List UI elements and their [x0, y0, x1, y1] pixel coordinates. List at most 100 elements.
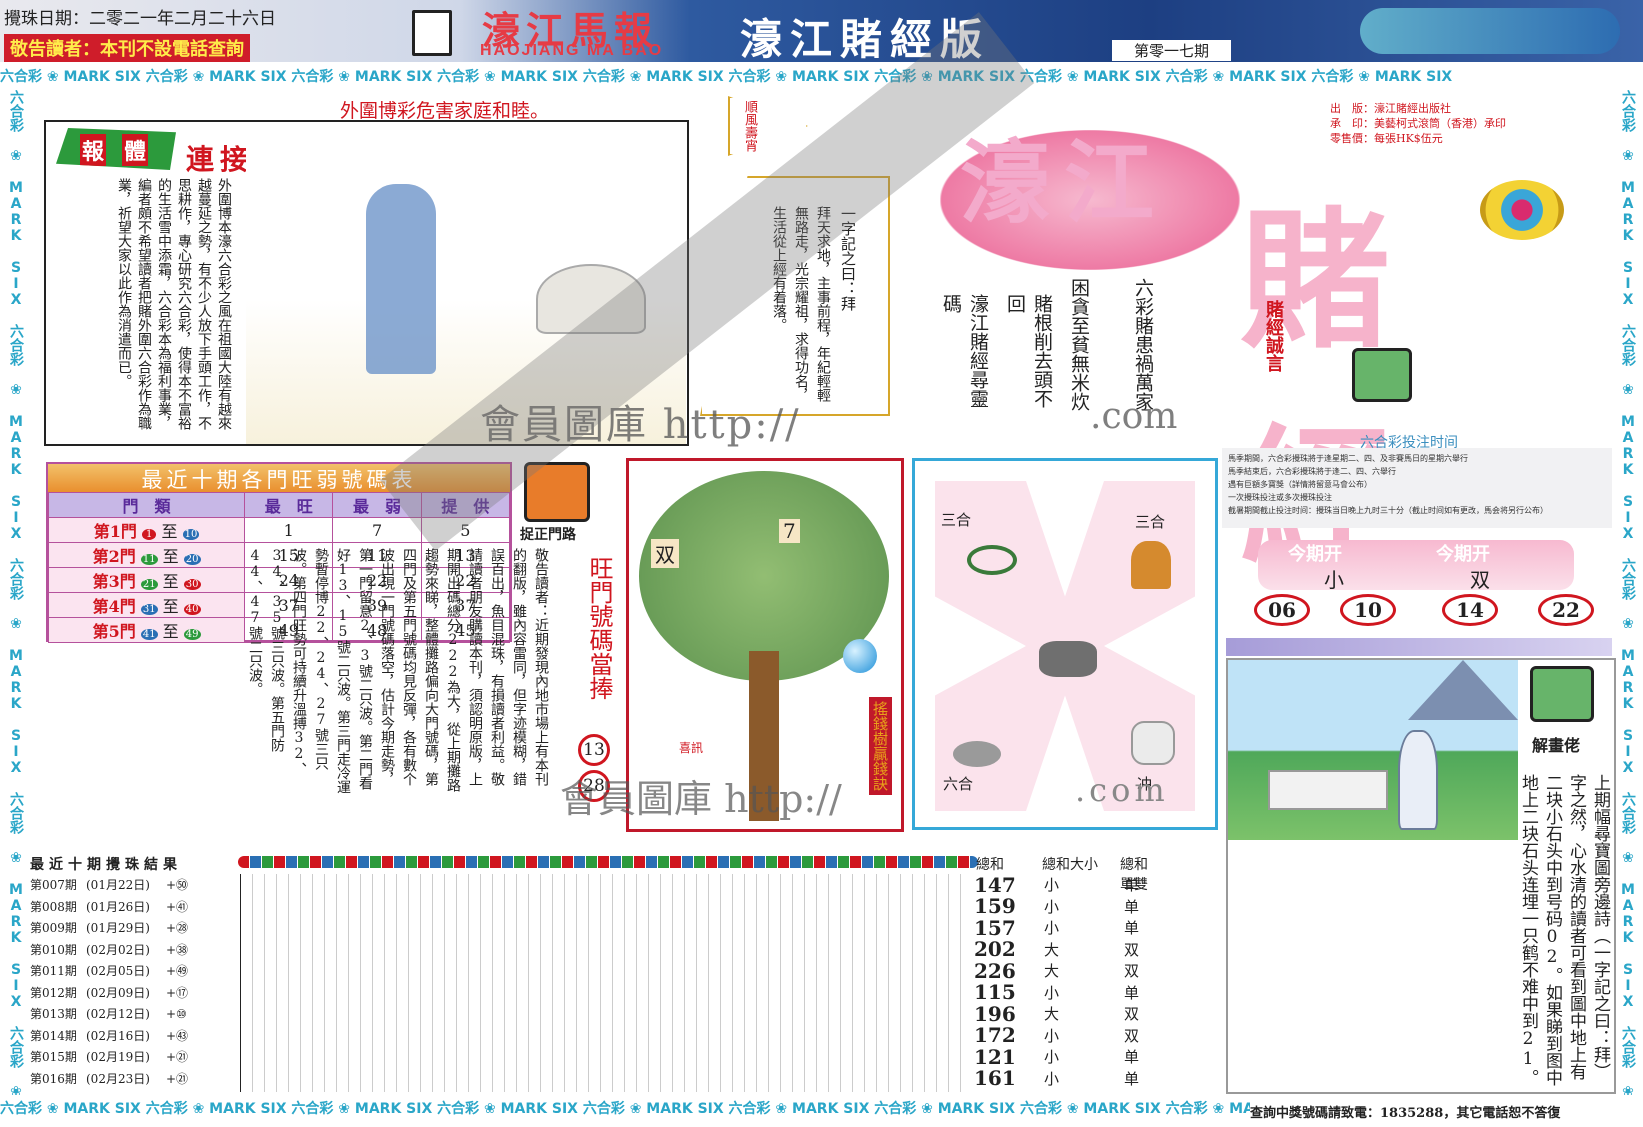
tree-label-top: 7 — [779, 519, 800, 543]
this-issue-label-2: 今期开 — [1436, 544, 1490, 565]
sum-cell: 159 — [974, 894, 1016, 919]
date-label: (01月26日) — [86, 899, 150, 914]
pavilion-figure — [1408, 660, 1518, 720]
ox-icon — [1039, 641, 1097, 677]
table-row: 第016期 (02月23日) +㉑ 161 小 单 — [30, 1066, 1190, 1091]
extra-label: +⑰ — [166, 985, 189, 1000]
odd-cell: 双 — [1124, 940, 1140, 959]
masthead-en: HAOJIANG MA BAO — [480, 42, 664, 59]
marksix-banner-top: 六合彩 ❀ MARK SIX 六合彩 ❀ MARK SIX 六合彩 ❀ MARK… — [0, 69, 1453, 85]
size-cell: 小 — [1044, 919, 1060, 938]
book-icon — [412, 10, 452, 56]
hand-write-icon — [1352, 348, 1412, 402]
blue-ball-icon — [843, 639, 877, 673]
zodiac-top-right: 三合 — [1135, 513, 1166, 531]
ribbon-decoration — [1360, 8, 1620, 54]
sum-cell: 172 — [974, 1023, 1016, 1048]
number-ball: 22 — [1538, 594, 1594, 626]
odd-cell: 单 — [1124, 983, 1140, 1002]
table-row: 第010期 (02月02日) +㊳ 202 大 双 — [30, 937, 1190, 961]
rule-item: 馬季期間，六合彩攪珠將于逢星期二、四、及非賽馬日的星期六舉行 — [1228, 454, 1468, 463]
col-sum-header: 總和 — [976, 857, 1004, 873]
hot-cell: 1 — [244, 517, 334, 543]
snake-icon — [967, 545, 1017, 575]
results-panel: 最近十期攪珠結果 總和 總和大小 總和單雙 第007期 (01月22日) +㊿ 147… — [30, 854, 1150, 1096]
serial-body: 外圍博本濠六合彩之風在祖國大陸有越來越蔓延之勢，有不少人放下手頭工作，不思耕作，… — [116, 178, 232, 430]
door-from: 1 — [142, 529, 157, 540]
sail-flag-text: 順風壽宵 — [742, 100, 757, 152]
table-row: 第007期 (01月22日) +㊿ 147 小 单 — [30, 873, 1190, 897]
extra-label: +㉑ — [166, 1050, 189, 1065]
hot-number-1: 13 — [578, 734, 610, 766]
issue-label: 第016期 — [30, 1071, 77, 1086]
date-label: (01月22日) — [86, 878, 150, 893]
sum-cell: 161 — [974, 1066, 1016, 1091]
draw-date: 攪珠日期：二零二一年二月二十六日 — [4, 9, 276, 29]
date-label: (02月12日) — [86, 1007, 150, 1022]
picture-panel: 解畫佬 上期幅尋寶圖旁邊詩（一字記之曰：拜）字之然，心水清的讀者可看到圖中地上有… — [1226, 658, 1616, 1094]
tree-side-label: 搖錢樹贏錢訣 — [869, 697, 892, 795]
issue-label: 第014期 — [30, 1028, 77, 1043]
header-bar: 攪珠日期：二零二一年二月二十六日 敬告讀者：本刊不設電話查詢 濠江馬報 HAOJ… — [0, 0, 1643, 64]
results-title: 最近十期攪珠結果 — [30, 854, 182, 874]
issue-label: 第009期 — [30, 921, 77, 936]
date-label: (02月02日) — [86, 942, 150, 957]
riddle-tag: 解畫佬 — [1532, 736, 1581, 755]
odd-cell: 双 — [1124, 1005, 1140, 1024]
sail-poem-title: 一字記之曰：拜 — [839, 206, 857, 311]
issue-label: 第012期 — [30, 985, 77, 1000]
size-cell: 大 — [1044, 962, 1060, 981]
date-label: (02月16日) — [86, 1028, 150, 1043]
price-line: 零售價：每張HK$伍元 — [1330, 132, 1443, 145]
issue-label: 第010期 — [30, 942, 77, 957]
tree-label-left: 双 — [651, 539, 679, 568]
table-row: 第011期 (02月05日) +㊾ 226 大 双 — [30, 958, 1190, 983]
extra-label: +⑩ — [166, 1006, 187, 1021]
sum-cell: 226 — [974, 958, 1016, 983]
riddle-text: 上期幅尋寶圖旁邊詩（一字記之曰：拜）字之然，心水清的讀者可看到圖中地上有二块小石… — [1518, 774, 1610, 1086]
results-ball-strip — [238, 856, 978, 868]
odd-cell: 单 — [1124, 876, 1140, 895]
tray-figure — [1268, 770, 1388, 810]
column-header: 門 類 — [47, 492, 246, 518]
rat-icon — [953, 741, 1001, 767]
size-cell: 小 — [1044, 983, 1060, 1002]
logo-motto: 賭經誠言 — [1263, 300, 1284, 372]
zodiac-top-left: 三合 — [941, 511, 972, 529]
serial-tag-1: 報 — [80, 134, 107, 166]
this-issue-box: 今期开 小 今期开 双 — [1258, 540, 1574, 592]
extra-label: +㊶ — [166, 899, 189, 914]
odd-cell: 双 — [1124, 962, 1140, 981]
door-cell: 第1門 1 至 10 — [47, 517, 246, 543]
date-label: (02月09日) — [86, 985, 150, 1000]
footer-hotline: 查詢中獎號碼請致電：1835288，其它電話恕不答復 — [1250, 1106, 1561, 1121]
rule-item: 馬季結束后，六合彩攪珠將于逢二、四、六舉行 — [1228, 467, 1396, 476]
this-issue-value-2: 双 — [1470, 568, 1490, 592]
zodiac-panel: 三合 三合 六合 冲 .com — [912, 458, 1218, 830]
date-label: (02月19日) — [86, 1050, 150, 1065]
notice-banner: 敬告讀者：本刊不設電話查詢 — [4, 34, 250, 62]
issue-label: 第011期 — [30, 964, 77, 979]
publisher-line: 出 版：濠江賭經出版社 — [1330, 102, 1451, 115]
number-ball: 10 — [1340, 594, 1396, 626]
hot-door-label: 旺門號碼當捧 — [585, 556, 613, 700]
size-cell: 小 — [1044, 1026, 1060, 1045]
rooster-icon — [1131, 541, 1171, 589]
extra-label: +㉑ — [166, 1071, 189, 1086]
door-route-tag: 捉正門路 — [520, 527, 576, 543]
sum-cell: 196 — [974, 1001, 1016, 1026]
column-header: 最 旺 — [244, 492, 334, 518]
marksix-banner-right: 六合彩 ❀ MARK SIX 六合彩 ❀ MARK SIX 六合彩 ❀ MARK… — [1616, 90, 1638, 1095]
rule-item: 遇有巨額多寶獎（詳情將留意马會公布） — [1228, 480, 1372, 489]
table-row: 第009期 (01月29日) +㉘ 157 小 单 — [30, 916, 1190, 940]
lotus-logo: 濠江 賭經 賭經誠言 — [940, 90, 1580, 586]
zodiac-bottom-left: 六合 — [943, 775, 974, 793]
size-cell: 大 — [1044, 1005, 1060, 1024]
size-cell: 大 — [1044, 940, 1060, 959]
odd-cell: 单 — [1124, 897, 1140, 916]
serial-title: 連接 — [186, 143, 255, 176]
number-ball: 06 — [1254, 594, 1310, 626]
door-name: 第1門 — [93, 522, 137, 541]
size-cell: 小 — [1044, 897, 1060, 916]
logo-big-1: 濠江 — [960, 130, 1168, 236]
